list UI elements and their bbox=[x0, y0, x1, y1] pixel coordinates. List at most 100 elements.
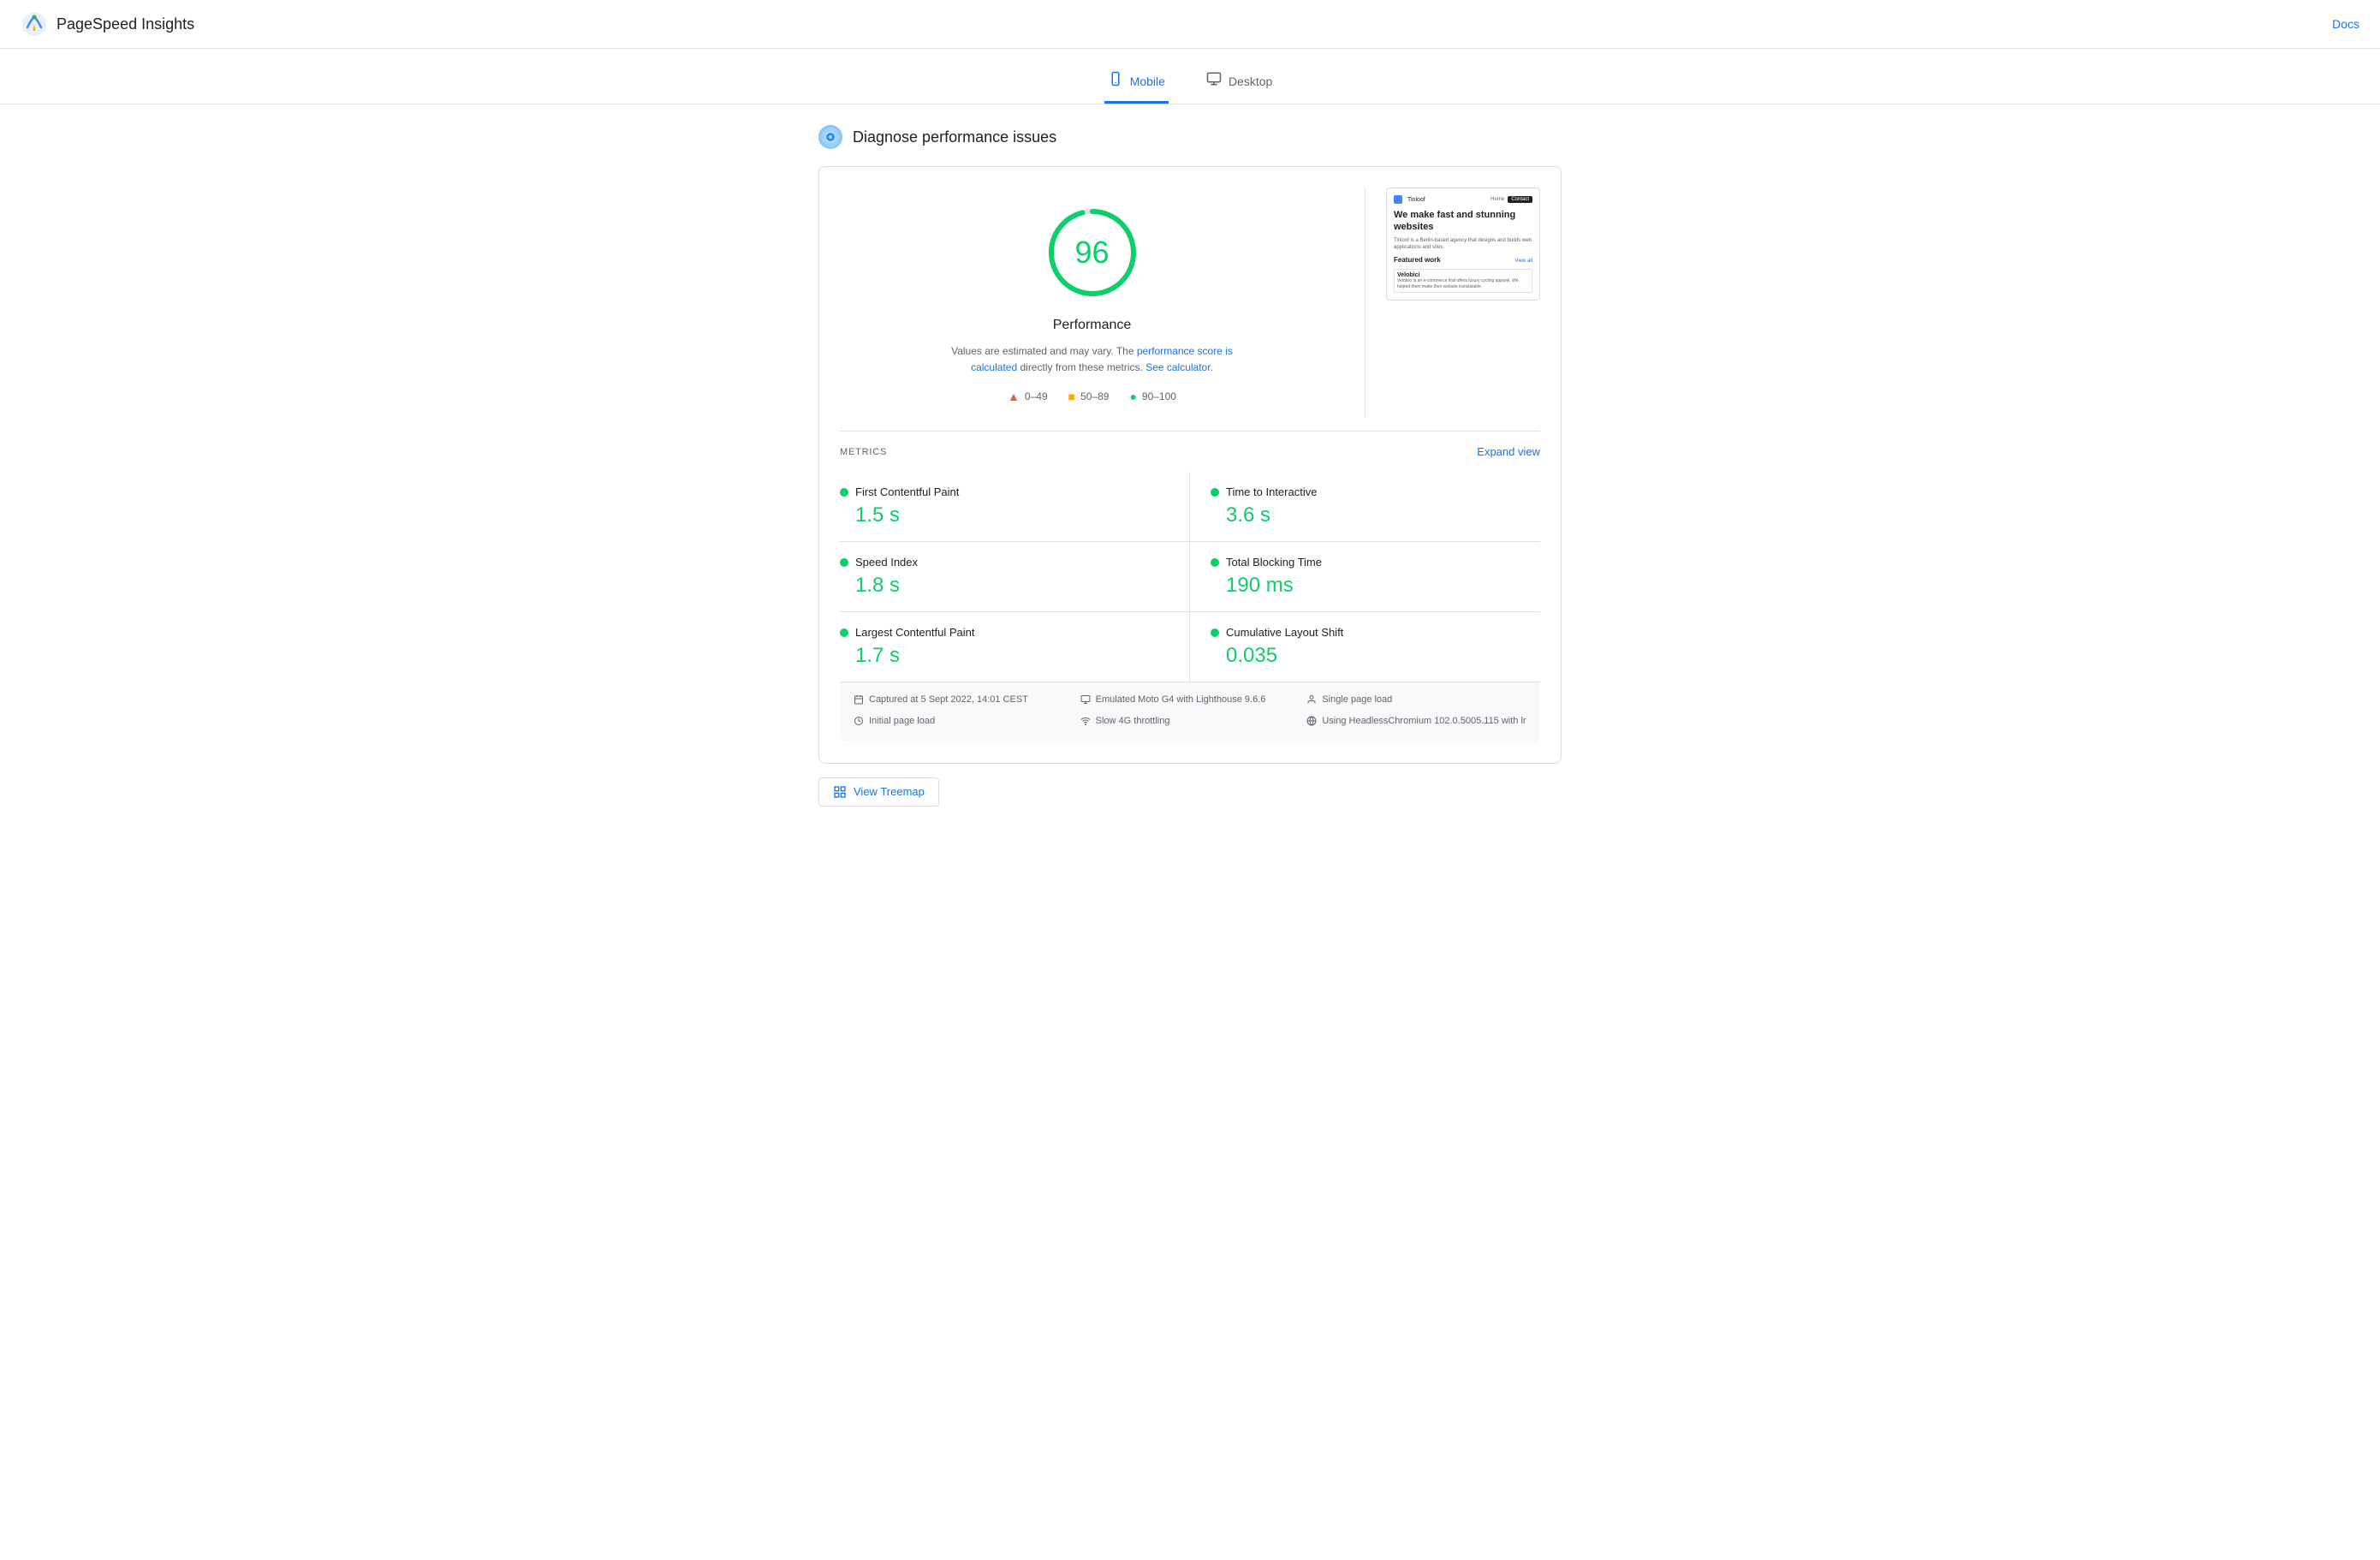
legend-red: ▲ 0–49 bbox=[1008, 390, 1048, 403]
preview-card-title: Velobici bbox=[1397, 272, 1529, 278]
footer-single-load-text: Single page load bbox=[1322, 693, 1392, 708]
footer-captured-text: Captured at 5 Sept 2022, 14:01 CEST bbox=[869, 693, 1028, 708]
main-content: Diagnose performance issues 96 Performan… bbox=[805, 104, 1575, 827]
tabs-nav: Mobile Desktop bbox=[0, 49, 2380, 104]
preview-card: Velobici Velobici is an e-commerce that … bbox=[1394, 269, 1532, 293]
preview-brand: Tinloof bbox=[1407, 197, 1425, 203]
metric-tbt-name-row: Total Blocking Time bbox=[1211, 556, 1526, 569]
metric-lcp-dot bbox=[840, 628, 848, 637]
score-link2[interactable]: See calculator. bbox=[1145, 361, 1213, 373]
metric-lcp-name: Largest Contentful Paint bbox=[855, 626, 974, 639]
preview-favicon bbox=[1394, 195, 1402, 204]
main-card: 96 Performance Values are estimated and … bbox=[818, 166, 1562, 764]
footer-chromium: Using HeadlessChromium 102.0.5005.115 wi… bbox=[1306, 714, 1526, 732]
section-title: Diagnose performance issues bbox=[853, 128, 1056, 146]
person-icon bbox=[1306, 694, 1317, 711]
preview-section: Tinloof Home Contact We make fast and st… bbox=[1386, 188, 1540, 301]
metric-fcp-name: First Contentful Paint bbox=[855, 485, 959, 498]
tab-desktop-label: Desktop bbox=[1229, 74, 1272, 88]
score-value: 96 bbox=[1074, 235, 1109, 271]
metric-cls: Cumulative Layout Shift 0.035 bbox=[1190, 612, 1540, 682]
docs-link[interactable]: Docs bbox=[2332, 17, 2359, 31]
legend-red-icon: ▲ bbox=[1008, 390, 1020, 403]
metric-si-name-row: Speed Index bbox=[840, 556, 1175, 569]
footer-throttling: Slow 4G throttling bbox=[1080, 714, 1300, 732]
globe-icon bbox=[1306, 716, 1317, 732]
footer-page-load-text: Initial page load bbox=[869, 714, 935, 729]
calendar-icon bbox=[854, 694, 864, 711]
metric-si: Speed Index 1.8 s bbox=[840, 542, 1190, 612]
metric-si-value: 1.8 s bbox=[840, 574, 1175, 598]
metric-tbt-dot bbox=[1211, 558, 1219, 567]
metric-fcp-value: 1.5 s bbox=[840, 503, 1175, 527]
preview-nav-home: Home bbox=[1490, 197, 1504, 202]
desktop-icon bbox=[1206, 71, 1222, 91]
preview-card-desc: Velobici is an e-commerce that offers lu… bbox=[1397, 278, 1529, 289]
score-circle: 96 bbox=[1041, 201, 1144, 304]
score-description: Values are estimated and may vary. The p… bbox=[947, 343, 1238, 376]
metric-fcp-dot bbox=[840, 488, 848, 497]
metric-cls-dot bbox=[1211, 628, 1219, 637]
metric-tbt-value: 190 ms bbox=[1211, 574, 1526, 598]
mobile-icon bbox=[1108, 71, 1123, 91]
footer-throttling-text: Slow 4G throttling bbox=[1096, 714, 1170, 729]
preview-screenshot: Tinloof Home Contact We make fast and st… bbox=[1386, 188, 1540, 301]
header-left: PageSpeed Insights bbox=[21, 10, 194, 38]
tab-desktop[interactable]: Desktop bbox=[1203, 63, 1276, 104]
legend-orange-icon: ■ bbox=[1068, 390, 1075, 403]
legend-green-label: 90–100 bbox=[1142, 390, 1176, 402]
app-header: PageSpeed Insights Docs bbox=[0, 0, 2380, 49]
metric-lcp-value: 1.7 s bbox=[840, 644, 1175, 668]
metric-si-name: Speed Index bbox=[855, 556, 918, 569]
footer-col3: Single page load Using HeadlessChromium … bbox=[1306, 693, 1526, 731]
metrics-label: METRICS bbox=[840, 447, 887, 457]
expand-view-button[interactable]: Expand view bbox=[1477, 445, 1540, 458]
metric-lcp: Largest Contentful Paint 1.7 s bbox=[840, 612, 1190, 682]
metrics-header: METRICS Expand view bbox=[840, 445, 1540, 458]
metric-fcp: First Contentful Paint 1.5 s bbox=[840, 472, 1190, 542]
app-title: PageSpeed Insights bbox=[57, 15, 194, 33]
metric-tbt: Total Blocking Time 190 ms bbox=[1190, 542, 1540, 612]
footer-emulated: Emulated Moto G4 with Lighthouse 9.6.6 bbox=[1080, 693, 1300, 711]
footer-col1: Captured at 5 Sept 2022, 14:01 CEST Init… bbox=[854, 693, 1074, 731]
legend-red-label: 0–49 bbox=[1025, 390, 1048, 402]
tab-mobile[interactable]: Mobile bbox=[1104, 63, 1169, 104]
footer-page-load: Initial page load bbox=[854, 714, 1074, 732]
score-preview-row: 96 Performance Values are estimated and … bbox=[840, 188, 1540, 417]
preview-nav-bar: Tinloof Home Contact bbox=[1394, 195, 1532, 204]
footer-emulated-text: Emulated Moto G4 with Lighthouse 9.6.6 bbox=[1096, 693, 1266, 708]
tab-mobile-label: Mobile bbox=[1130, 74, 1165, 88]
footer-info: Captured at 5 Sept 2022, 14:01 CEST Init… bbox=[840, 682, 1540, 741]
treemap-section: View Treemap bbox=[818, 777, 1562, 807]
footer-single-load: Single page load bbox=[1306, 693, 1526, 711]
metric-cls-name: Cumulative Layout Shift bbox=[1226, 626, 1343, 639]
preview-nav-contact: Contact bbox=[1508, 196, 1532, 203]
metric-cls-value: 0.035 bbox=[1211, 644, 1526, 668]
preview-nav: Home Contact bbox=[1490, 196, 1532, 203]
metric-tbt-name: Total Blocking Time bbox=[1226, 556, 1322, 569]
preview-view-all: View all bbox=[1514, 259, 1532, 264]
section-header: Diagnose performance issues bbox=[818, 125, 1562, 149]
preview-featured-label: Featured work bbox=[1394, 256, 1441, 264]
metric-tti-value: 3.6 s bbox=[1211, 503, 1526, 527]
preview-body: Tinloof is a Berlin-based agency that de… bbox=[1394, 237, 1532, 252]
score-section: 96 Performance Values are estimated and … bbox=[840, 188, 1344, 417]
view-treemap-button[interactable]: View Treemap bbox=[818, 777, 939, 807]
metric-cls-name-row: Cumulative Layout Shift bbox=[1211, 626, 1526, 639]
pagespeed-logo bbox=[21, 10, 48, 38]
section-icon bbox=[818, 125, 842, 149]
metric-tti-name-row: Time to Interactive bbox=[1211, 485, 1526, 498]
footer-captured: Captured at 5 Sept 2022, 14:01 CEST bbox=[854, 693, 1074, 711]
preview-featured-row: Featured work View all bbox=[1394, 256, 1532, 265]
footer-chromium-text: Using HeadlessChromium 102.0.5005.115 wi… bbox=[1322, 714, 1526, 729]
metric-si-dot bbox=[840, 558, 848, 567]
legend-orange-label: 50–89 bbox=[1080, 390, 1109, 402]
treemap-icon bbox=[833, 785, 847, 799]
monitor-icon bbox=[1080, 694, 1091, 711]
score-label: Performance bbox=[1053, 318, 1132, 333]
metric-fcp-name-row: First Contentful Paint bbox=[840, 485, 1175, 498]
score-divider bbox=[1365, 188, 1366, 417]
legend-green-icon: ● bbox=[1129, 390, 1136, 403]
metric-lcp-name-row: Largest Contentful Paint bbox=[840, 626, 1175, 639]
metrics-grid: First Contentful Paint 1.5 s Time to Int… bbox=[840, 472, 1540, 682]
